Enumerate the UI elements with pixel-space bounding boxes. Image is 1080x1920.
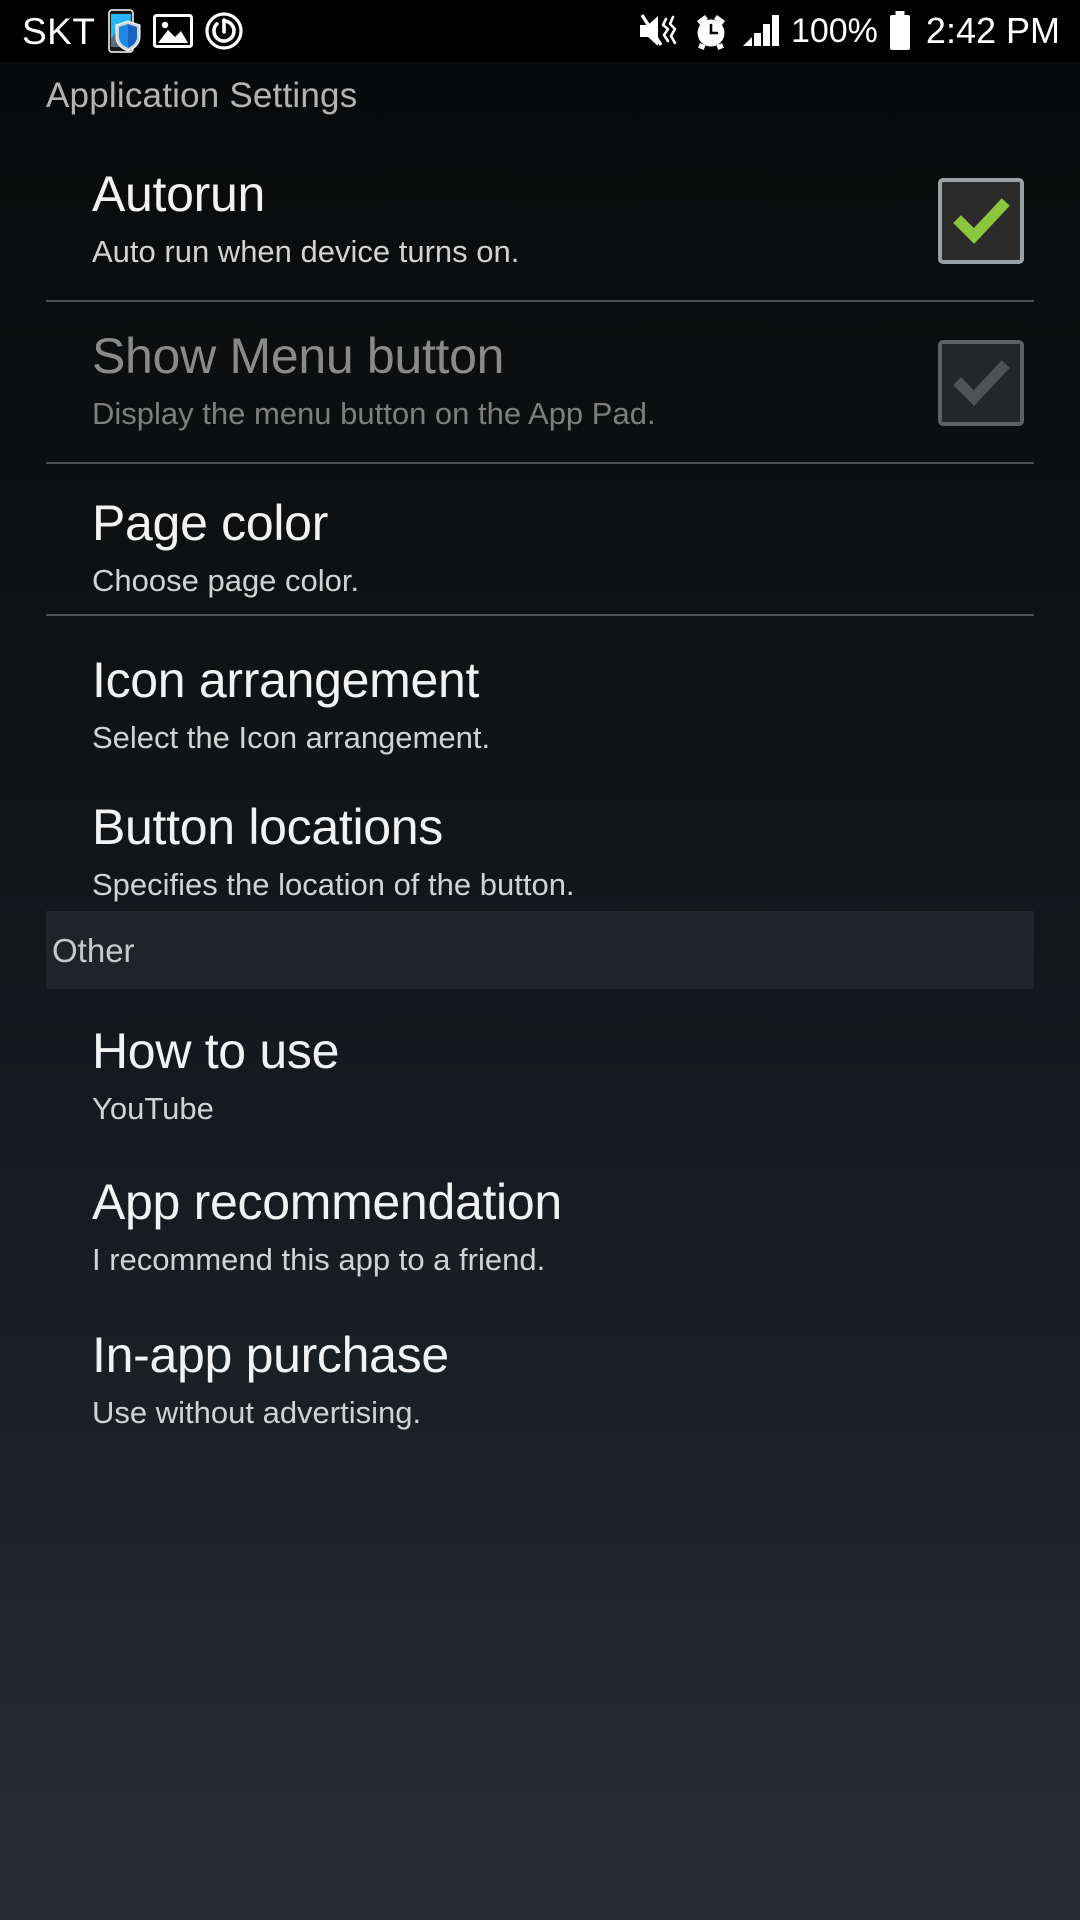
row-text-group: Show Menu button Display the menu button… xyxy=(92,328,918,431)
clock-label: 2:42 PM xyxy=(925,10,1060,51)
row-text-group: App recommendation I recommend this app … xyxy=(92,1174,1024,1277)
signal-bars-icon xyxy=(741,13,781,49)
setting-title: App recommendation xyxy=(92,1174,562,1230)
phone-screen: SKT 100% 2:42 PM Application Settings Au… xyxy=(0,0,1080,1920)
page-title: Application Settings xyxy=(46,76,358,115)
sound-mute-vibrate-icon xyxy=(637,12,681,50)
setting-title: In-app purchase xyxy=(92,1327,449,1383)
setting-title: Button locations xyxy=(92,799,443,855)
battery-percent-label: 100% xyxy=(790,12,878,50)
checkmark-icon xyxy=(953,360,1010,406)
setting-title: Autorun xyxy=(92,166,266,222)
setting-title: Icon arrangement xyxy=(92,652,480,708)
setting-subtitle: I recommend this app to a friend. xyxy=(92,1241,546,1277)
setting-subtitle: Auto run when device turns on. xyxy=(92,233,520,269)
row-text-group: In-app purchase Use without advertising. xyxy=(92,1327,1024,1430)
phone-security-shield-icon xyxy=(106,9,142,53)
status-bar-right-group: 100% 2:42 PM xyxy=(637,11,1060,51)
carrier-label: SKT xyxy=(22,10,96,52)
setting-subtitle: Choose page color. xyxy=(92,562,360,598)
status-bar-left-group: SKT xyxy=(22,9,244,53)
setting-row-page-color[interactable]: Page color Choose page color. xyxy=(0,464,1080,614)
gallery-image-icon xyxy=(153,13,194,49)
setting-subtitle: YouTube xyxy=(92,1090,214,1126)
checkbox-show-menu-button xyxy=(938,340,1024,426)
setting-row-how-to-use[interactable]: How to use YouTube xyxy=(0,989,1080,1144)
setting-row-button-locations[interactable]: Button locations Specifies the location … xyxy=(0,761,1080,911)
section-header-label: Other xyxy=(52,931,135,969)
checkbox-autorun[interactable] xyxy=(938,178,1024,264)
battery-full-icon xyxy=(888,11,912,51)
row-text-group: Button locations Specifies the location … xyxy=(92,799,1024,902)
setting-row-icon-arrangement[interactable]: Icon arrangement Select the Icon arrange… xyxy=(0,616,1080,761)
checkbox-box[interactable] xyxy=(938,178,1024,264)
checkmark-icon xyxy=(953,198,1010,244)
power-sync-icon xyxy=(204,11,244,51)
row-text-group: Autorun Auto run when device turns on. xyxy=(92,166,918,269)
status-bar: SKT 100% 2:42 PM xyxy=(0,0,1080,62)
section-header-other: Other xyxy=(46,911,1034,989)
alarm-clock-icon xyxy=(691,11,731,51)
setting-subtitle: Display the menu button on the App Pad. xyxy=(92,395,656,431)
setting-row-in-app-purchase[interactable]: In-app purchase Use without advertising. xyxy=(0,1299,1080,1454)
row-text-group: Page color Choose page color. xyxy=(92,495,1024,598)
setting-subtitle: Specifies the location of the button. xyxy=(92,866,575,902)
setting-title: Show Menu button xyxy=(92,328,505,384)
setting-subtitle: Select the Icon arrangement. xyxy=(92,719,491,755)
setting-title: Page color xyxy=(92,495,329,551)
setting-row-autorun[interactable]: Autorun Auto run when device turns on. xyxy=(0,140,1080,300)
checkbox-box xyxy=(938,340,1024,426)
row-text-group: How to use YouTube xyxy=(92,1023,1024,1126)
setting-subtitle: Use without advertising. xyxy=(92,1394,422,1430)
row-text-group: Icon arrangement Select the Icon arrange… xyxy=(92,652,1024,755)
setting-title: How to use xyxy=(92,1023,340,1079)
setting-row-app-recommendation[interactable]: App recommendation I recommend this app … xyxy=(0,1144,1080,1299)
settings-list: Autorun Auto run when device turns on. S… xyxy=(0,140,1080,1454)
setting-row-show-menu-button[interactable]: Show Menu button Display the menu button… xyxy=(0,302,1080,462)
